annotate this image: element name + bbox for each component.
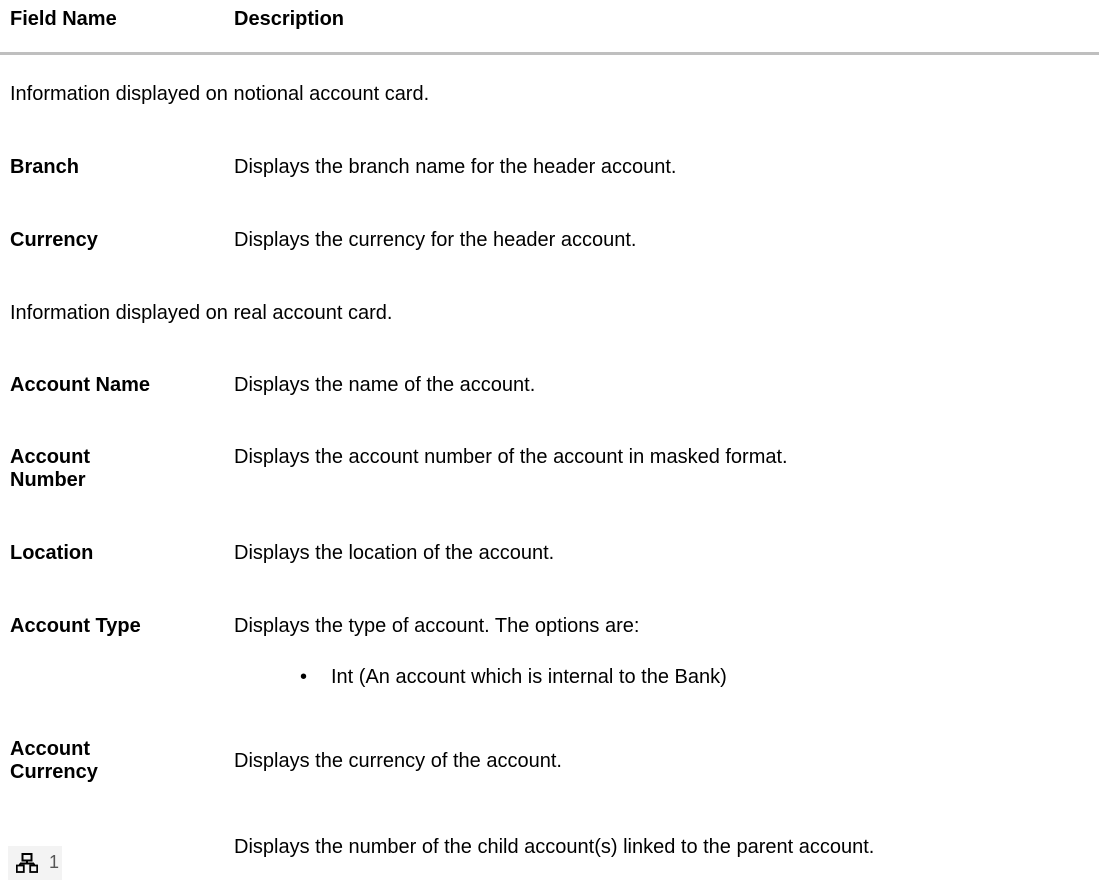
field-name-account-name: Account Name (10, 374, 151, 396)
field-desc-child-accounts: Displays the number of the child account… (234, 836, 875, 858)
child-account-count: 1 (49, 852, 60, 872)
field-desc-account-currency: Displays the currency of the account. (234, 750, 562, 772)
header-description: Description (234, 8, 345, 30)
field-name-account-number-line1: Account (10, 446, 90, 468)
field-desc-location: Displays the location of the account. (234, 542, 555, 564)
notional-card-intro: Information displayed on notional accoun… (10, 83, 430, 105)
header-field-name: Field Name (10, 8, 117, 30)
field-desc-account-name: Displays the name of the account. (234, 374, 536, 396)
field-name-location: Location (10, 542, 94, 564)
field-name-account-currency-line1: Account (10, 738, 90, 760)
field-name-account-number: Account Number (10, 446, 210, 492)
field-name-account-type: Account Type (10, 615, 141, 637)
field-name-account-currency: Account Currency (10, 738, 210, 784)
account-type-option-int: Int (An account which is internal to the… (331, 666, 727, 688)
field-desc-currency: Displays the currency for the header acc… (234, 229, 637, 251)
field-name-account-currency-line2: Currency (10, 761, 98, 783)
field-name-currency: Currency (10, 229, 98, 251)
field-name-account-number-line2: Number (10, 469, 86, 491)
field-desc-account-number: Displays the account number of the accou… (234, 446, 788, 468)
hierarchy-icon (16, 853, 38, 873)
child-accounts-indicator: 1 (8, 846, 62, 880)
field-name-branch: Branch (10, 156, 79, 178)
bullet-marker: • (300, 666, 308, 688)
field-desc-branch: Displays the branch name for the header … (234, 156, 677, 178)
field-desc-account-type: Displays the type of account. The option… (234, 615, 640, 637)
real-card-intro: Information displayed on real account ca… (10, 302, 393, 324)
table-header: Field Name Description (0, 0, 1099, 55)
